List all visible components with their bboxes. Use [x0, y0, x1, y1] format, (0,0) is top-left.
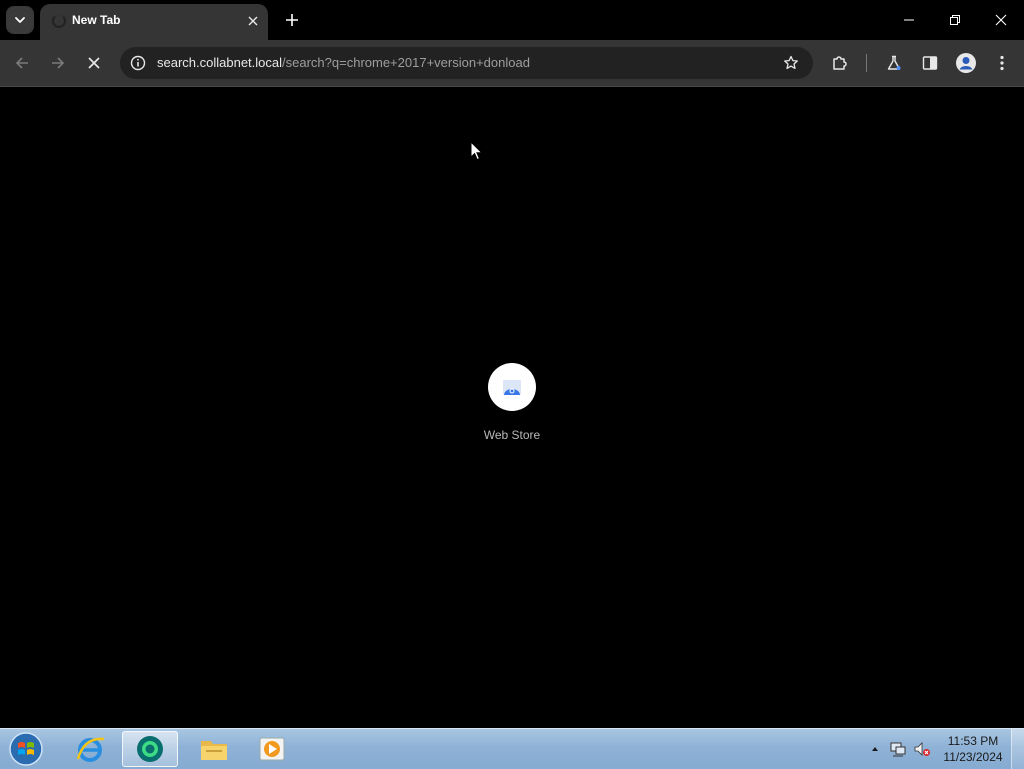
side-panel-icon [922, 56, 938, 70]
labs-button[interactable] [880, 49, 908, 77]
taskbar-media-player[interactable] [244, 731, 300, 767]
chevron-down-icon [15, 17, 25, 23]
show-hidden-icons-icon [872, 747, 878, 751]
url-host: search.collabnet.local [157, 55, 283, 70]
info-icon [130, 55, 146, 71]
flask-icon [887, 55, 901, 70]
site-info-button[interactable] [126, 51, 150, 75]
taskbar-browser[interactable] [122, 731, 178, 767]
tab-close-button[interactable] [244, 12, 262, 30]
new-tab-button[interactable] [280, 8, 304, 32]
restore-button[interactable] [932, 0, 978, 40]
media-player-icon [259, 737, 285, 761]
internet-explorer-icon [76, 737, 105, 762]
forward-button[interactable] [44, 49, 72, 77]
taskbar-internet-explorer[interactable] [62, 731, 118, 767]
browser-icon [137, 736, 163, 762]
taskbar: 11:53 PM 11/23/2024 [0, 728, 1024, 769]
shortcut-web-store[interactable]: Web Store [472, 363, 552, 453]
tab-loading-spinner-icon [52, 14, 66, 28]
close-icon [995, 14, 1007, 26]
close-icon [248, 16, 258, 26]
shortcut-icon-circle [488, 363, 536, 411]
address-bar[interactable]: search.collabnet.local/search?q=chrome+2… [120, 47, 813, 79]
clock-time: 11:53 PM [947, 734, 999, 748]
start-button[interactable] [6, 730, 46, 768]
minimize-icon [904, 19, 914, 21]
tab-new-tab[interactable]: New Tab [40, 4, 268, 40]
bookmark-button[interactable] [779, 51, 803, 75]
show-desktop-button[interactable] [1011, 729, 1024, 769]
extensions-button[interactable] [826, 49, 854, 77]
mouse-cursor-icon [470, 141, 484, 161]
tab-search-button[interactable] [6, 6, 34, 34]
network-icon [890, 742, 906, 757]
side-panel-button[interactable] [916, 49, 944, 77]
volume-tray-button[interactable] [913, 740, 931, 758]
folder-icon [201, 741, 227, 760]
stop-icon [88, 57, 100, 69]
taskbar-file-explorer[interactable] [186, 731, 242, 767]
network-tray-button[interactable] [889, 740, 907, 758]
profile-button[interactable] [952, 49, 980, 77]
new-tab-page: Web Store [0, 87, 1024, 728]
back-button[interactable] [8, 49, 36, 77]
plus-icon [286, 14, 298, 26]
shortcut-label: Web Store [483, 428, 541, 442]
url-text[interactable]: search.collabnet.local/search?q=chrome+2… [157, 55, 530, 70]
restore-icon [950, 15, 960, 25]
menu-button[interactable] [988, 49, 1016, 77]
star-icon [784, 55, 798, 70]
arrow-right-icon [52, 57, 65, 69]
kebab-menu-icon [1000, 55, 1004, 71]
puzzle-icon [833, 56, 847, 70]
windows-start-icon [9, 732, 43, 766]
toolbar-separator [866, 54, 867, 72]
web-store-icon [503, 380, 521, 395]
tab-title: New Tab [72, 13, 121, 27]
volume-muted-icon [914, 742, 930, 756]
minimize-button[interactable] [886, 0, 932, 40]
toolbar: search.collabnet.local/search?q=chrome+2… [0, 40, 1024, 87]
profile-icon [956, 53, 976, 73]
arrow-left-icon [15, 57, 28, 69]
system-clock[interactable]: 11:53 PM 11/23/2024 [936, 733, 1010, 765]
show-hidden-icons-button[interactable] [866, 740, 884, 758]
stop-button[interactable] [80, 49, 108, 77]
browser-window: New Tab search.collabnet.local/search?q=… [0, 0, 1024, 728]
url-path: /search?q=chrome+2017+version+donload [282, 55, 530, 70]
close-window-button[interactable] [978, 0, 1024, 40]
clock-date: 11/23/2024 [943, 750, 1003, 764]
tab-strip: New Tab [0, 0, 1024, 40]
